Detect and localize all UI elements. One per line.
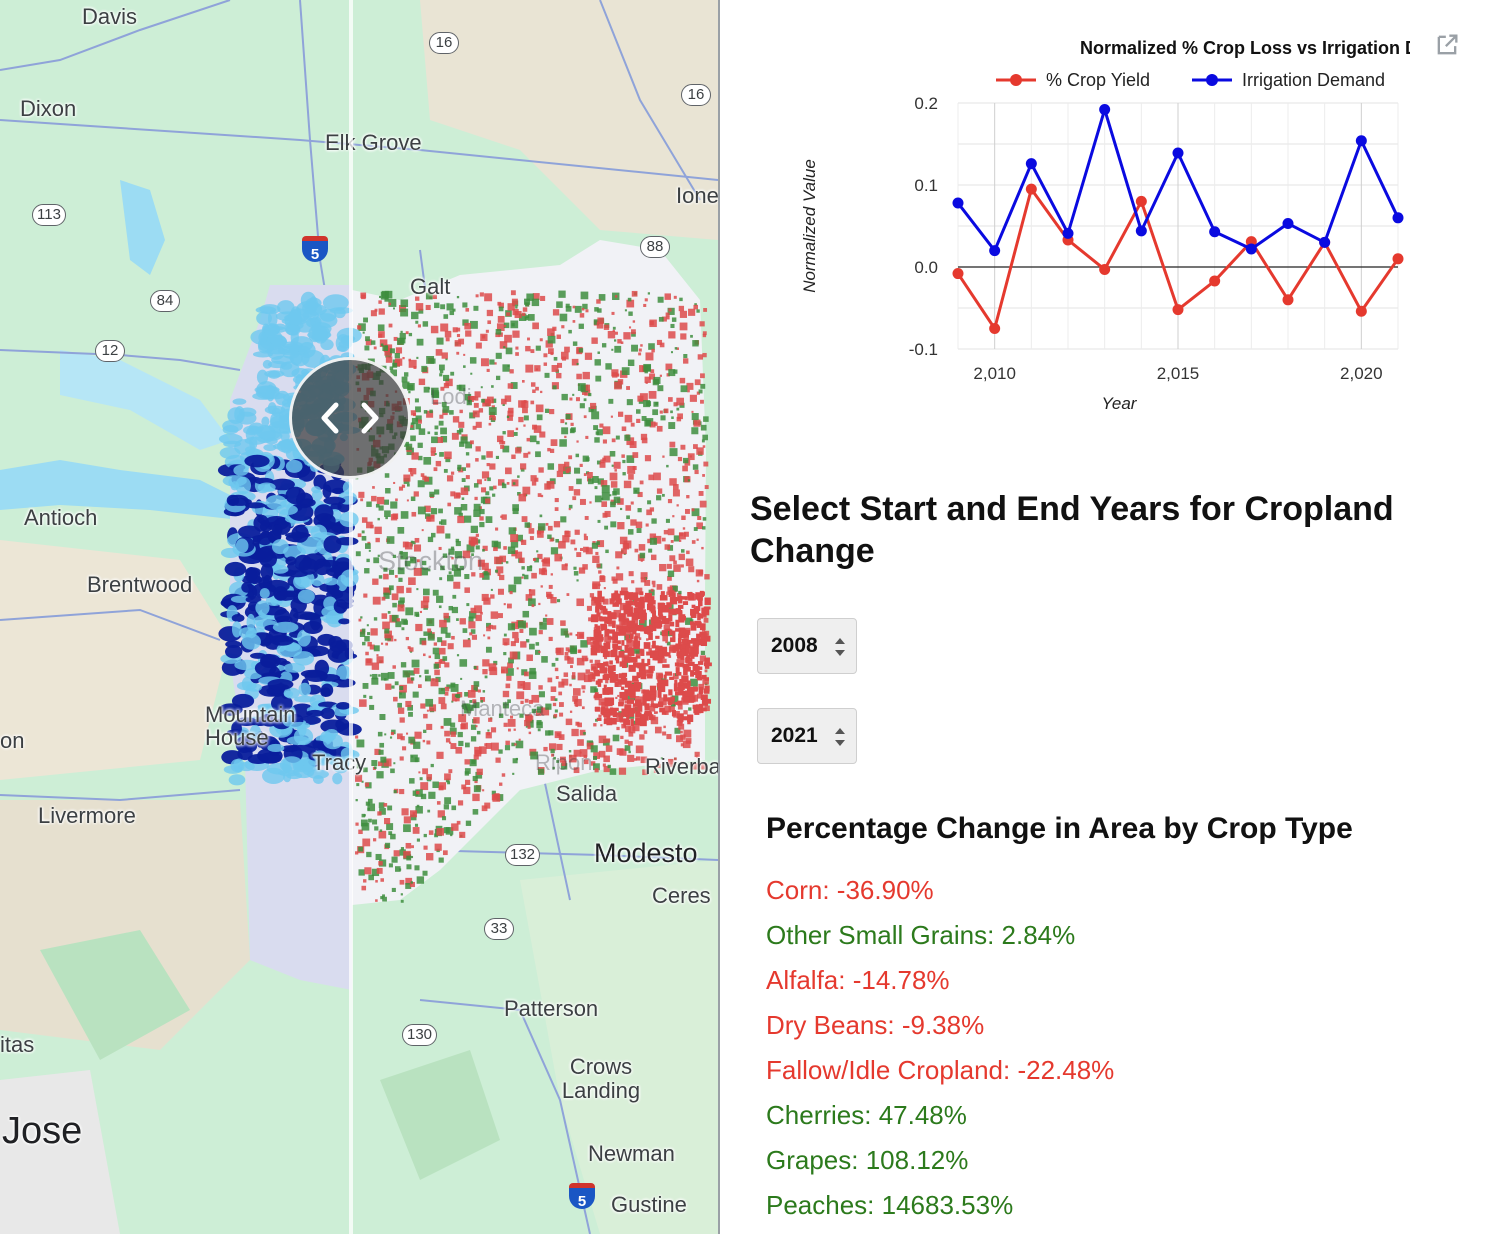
data-point (1025, 158, 1037, 170)
data-point (1282, 294, 1294, 306)
place-elk-grove: Elk Grove (325, 130, 422, 155)
end-year-value: 2021 (771, 724, 818, 747)
x-tick-label: 2,020 (1340, 364, 1383, 383)
chart-legend: % Crop Yield Irrigation Demand (996, 70, 1385, 90)
legend-swatch-dot (1206, 74, 1218, 86)
data-point (1135, 195, 1147, 207)
spinner-arrows-icon (835, 728, 845, 746)
data-point (1209, 226, 1221, 238)
y-tick-label: 0.1 (914, 176, 938, 195)
chart-x-axis-label: Year (1102, 394, 1138, 413)
route-shield: 16 (429, 32, 459, 54)
crop-change-item: Grapes: 108.12% (766, 1145, 969, 1175)
data-point (952, 268, 964, 280)
place-mountain-house: Mountain House (205, 702, 296, 750)
place-gustine: Gustine (611, 1192, 687, 1217)
year-selector-heading: Select Start and End Years for Cropland … (750, 490, 1394, 570)
interstate-shield: 5 (569, 1183, 595, 1210)
line-chart: Normalized % Crop Loss vs Irrigation Dem… (800, 38, 1410, 413)
legend-swatch-dot (1010, 74, 1022, 86)
place-manteca: Manteca (460, 696, 545, 721)
place-livermore: Livermore (38, 803, 136, 828)
x-tick-label: 2,010 (973, 364, 1016, 383)
start-year-value: 2008 (771, 634, 818, 657)
place-ione: Ione (676, 183, 718, 208)
crop-change-list: Corn: -36.90% Other Small Grains: 2.84% … (766, 870, 1114, 1230)
route-shield: 12 (95, 340, 125, 362)
route-shield: 88 (640, 236, 670, 258)
data-point (1209, 275, 1221, 287)
crop-change-item: Peaches: 14683.53% (766, 1190, 1014, 1220)
place-lodi: Lodi (430, 384, 472, 409)
chevron-left-right-icon (321, 402, 379, 434)
place-stockton: Stockton (378, 546, 484, 576)
place-tracy: Tracy (312, 750, 367, 775)
map-basemap (0, 0, 718, 1234)
map-view[interactable]: Davis Dixon Elk Grove Ione Galt Lodi Ant… (0, 0, 718, 1234)
place-milpitas: itas (0, 1032, 35, 1057)
place-ripon: Ripon (535, 750, 593, 775)
chart-y-axis-label: Normalized Value (800, 159, 819, 293)
crop-change-item: Dry Beans: -9.38% (766, 1010, 985, 1040)
legend-label: % Crop Yield (1046, 70, 1150, 90)
crop-change-item: Cherries: 47.48% (766, 1100, 967, 1130)
data-point (1355, 135, 1367, 147)
place-newman: Newman (588, 1141, 675, 1166)
place-san-jose: Jose (2, 1110, 83, 1152)
place-dixon: Dixon (20, 96, 77, 121)
data-point (1392, 212, 1404, 224)
data-point (1392, 253, 1404, 265)
crop-change-item: Fallow/Idle Cropland: -22.48% (766, 1055, 1115, 1085)
route-shield: 33 (484, 918, 514, 940)
place-ceres: Ceres (652, 883, 711, 908)
route-shield: 84 (150, 290, 180, 312)
data-point (1172, 147, 1184, 159)
route-shield: 130 (402, 1024, 438, 1046)
end-year-select[interactable]: 2021 (757, 708, 857, 764)
place-brentwood: Brentwood (87, 572, 193, 597)
data-point (989, 245, 1001, 257)
place-davis: Davis (82, 4, 138, 29)
crop-change-item: Alfalfa: -14.78% (766, 965, 950, 995)
data-point (1025, 183, 1037, 195)
y-tick-label: 0.0 (914, 258, 938, 277)
route-shield: 113 (32, 204, 66, 226)
start-year-select[interactable]: 2008 (757, 618, 857, 674)
crop-change-item: Other Small Grains: 2.84% (766, 920, 1076, 950)
y-tick-label: -0.1 (909, 340, 938, 359)
interstate-shield: 5 (302, 236, 328, 263)
place-galt: Galt (410, 274, 451, 299)
place-modesto: Modesto (594, 838, 698, 868)
data-point (1099, 263, 1111, 275)
place-patterson: Patterson (504, 996, 599, 1021)
legend-label: Irrigation Demand (1242, 70, 1385, 90)
data-point (1062, 227, 1074, 239)
open-in-new-icon[interactable] (1433, 31, 1461, 59)
data-point (1245, 243, 1257, 255)
place-antioch: Antioch (24, 505, 98, 530)
crop-change-heading: Percentage Change in Area by Crop Type (766, 812, 1353, 845)
place-salida: Salida (556, 781, 618, 806)
data-point (1135, 225, 1147, 237)
y-tick-label: 0.2 (914, 94, 938, 113)
spinner-arrows-icon (835, 638, 845, 656)
chart-title: Normalized % Crop Loss vs Irrigation Dem… (1080, 38, 1410, 58)
route-shield: 132 (505, 844, 541, 866)
data-point (1282, 218, 1294, 230)
place-pleasanton: on (0, 728, 25, 753)
place-riverbank: Riverbank (645, 754, 718, 779)
data-point (1319, 236, 1331, 248)
data-point (1172, 304, 1184, 316)
swipe-divider[interactable] (349, 0, 353, 1234)
swipe-handle[interactable] (289, 357, 411, 479)
place-crows-landing: Crows Landing (561, 1054, 641, 1103)
crop-change-item: Corn: -36.90% (766, 875, 934, 905)
x-tick-label: 2,015 (1157, 364, 1200, 383)
data-point (952, 197, 964, 209)
side-panel: Normalized % Crop Loss vs Irrigation Dem… (720, 0, 1488, 1234)
data-point (1355, 305, 1367, 317)
data-point (989, 323, 1001, 334)
data-point (1099, 104, 1111, 116)
route-shield: 16 (681, 84, 711, 106)
